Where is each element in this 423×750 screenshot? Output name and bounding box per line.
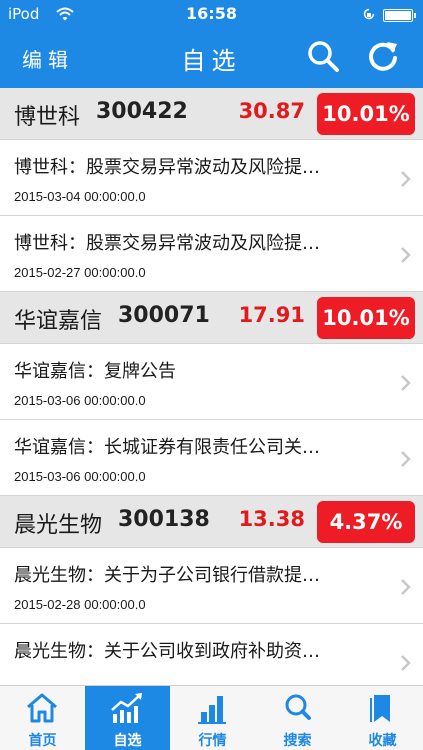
- stock-name: 博世科: [14, 105, 81, 130]
- chevron-right-icon: [401, 451, 411, 467]
- chevron-right-icon: [401, 247, 411, 263]
- chart-trend-icon: [111, 693, 142, 723]
- home-icon: [27, 693, 57, 723]
- news-item[interactable]: 博世科：股票交易异常波动及风险提… 2015-02-27 00:00:00.0: [0, 216, 423, 292]
- news-item[interactable]: 华谊嘉信：长城证券有限责任公司关… 2015-03-06 00:00:00.0: [0, 420, 423, 496]
- tab-bar: 首页 自选 行情 搜索 收藏: [0, 685, 423, 750]
- news-item[interactable]: 晨光生物：关于为子公司银行借款提… 2015-02-28 00:00:00.0: [0, 548, 423, 624]
- news-item[interactable]: 华谊嘉信：复牌公告 2015-03-06 00:00:00.0: [0, 344, 423, 420]
- chevron-right-icon: [401, 579, 411, 595]
- chevron-right-icon: [401, 375, 411, 391]
- stock-header[interactable]: 晨光生物 300138 13.38 4.37%: [0, 496, 423, 548]
- stock-name: 华谊嘉信: [14, 309, 103, 334]
- tab-watchlist[interactable]: 自选: [85, 686, 170, 750]
- search-icon: [285, 694, 311, 720]
- tab-home[interactable]: 首页: [0, 686, 85, 750]
- tab-search[interactable]: 搜索: [255, 686, 340, 750]
- stock-price: 13.38: [238, 507, 305, 531]
- status-time: 16:58: [186, 4, 237, 23]
- status-bar: iPod 16:58: [0, 0, 423, 30]
- battery-icon: [383, 9, 416, 22]
- news-title: 博世科：股票交易异常波动及风险提…: [14, 157, 320, 178]
- stock-code: 300138: [118, 507, 210, 532]
- news-item[interactable]: 晨光生物：关于公司收到政府补助资…: [0, 624, 423, 685]
- news-item[interactable]: 博世科：股票交易异常波动及风险提… 2015-03-04 00:00:00.0: [0, 140, 423, 216]
- stock-header[interactable]: 华谊嘉信 300071 17.91 10.01%: [0, 292, 423, 344]
- tab-favorites[interactable]: 收藏: [340, 686, 423, 750]
- news-date: 2015-03-04 00:00:00.0: [14, 189, 146, 204]
- tab-label: 收藏: [368, 733, 397, 749]
- news-title: 华谊嘉信：长城证券有限责任公司关…: [14, 437, 320, 458]
- rotation-lock-icon: [363, 8, 375, 20]
- bar-chart-icon: [198, 696, 226, 724]
- change-badge: 10.01%: [317, 93, 415, 135]
- news-title: 华谊嘉信：复牌公告: [14, 361, 176, 382]
- stock-price: 17.91: [238, 303, 305, 327]
- stock-code: 300071: [118, 303, 210, 328]
- tab-label: 自选: [113, 733, 142, 749]
- chevron-right-icon: [401, 655, 411, 671]
- tab-label: 搜索: [283, 733, 312, 749]
- stock-header[interactable]: 博世科 300422 30.87 10.01%: [0, 88, 423, 140]
- news-date: 2015-02-28 00:00:00.0: [14, 597, 146, 612]
- change-badge: 4.37%: [317, 501, 415, 543]
- page-title: 自选: [181, 47, 242, 75]
- news-date: 2015-03-06 00:00:00.0: [14, 469, 146, 484]
- search-icon[interactable]: [305, 38, 341, 74]
- change-badge: 10.01%: [317, 297, 415, 339]
- tab-label: 首页: [28, 733, 57, 749]
- watchlist: 博世科 300422 30.87 10.01% 博世科：股票交易异常波动及风险提…: [0, 88, 423, 685]
- news-date: 2015-03-06 00:00:00.0: [14, 393, 146, 408]
- stock-price: 30.87: [238, 99, 305, 123]
- stock-name: 晨光生物: [14, 513, 103, 538]
- news-title: 博世科：股票交易异常波动及风险提…: [14, 233, 320, 254]
- tab-market[interactable]: 行情: [170, 686, 255, 750]
- stock-code: 300422: [96, 99, 188, 124]
- refresh-icon[interactable]: [365, 38, 401, 74]
- chevron-right-icon: [401, 171, 411, 187]
- news-date: 2015-02-27 00:00:00.0: [14, 265, 146, 280]
- bookmark-icon: [370, 695, 390, 722]
- tab-label: 行情: [198, 733, 227, 749]
- nav-bar: 编辑 自选: [0, 30, 423, 88]
- news-title: 晨光生物：关于为子公司银行借款提…: [14, 565, 320, 586]
- news-title: 晨光生物：关于公司收到政府补助资…: [14, 641, 320, 662]
